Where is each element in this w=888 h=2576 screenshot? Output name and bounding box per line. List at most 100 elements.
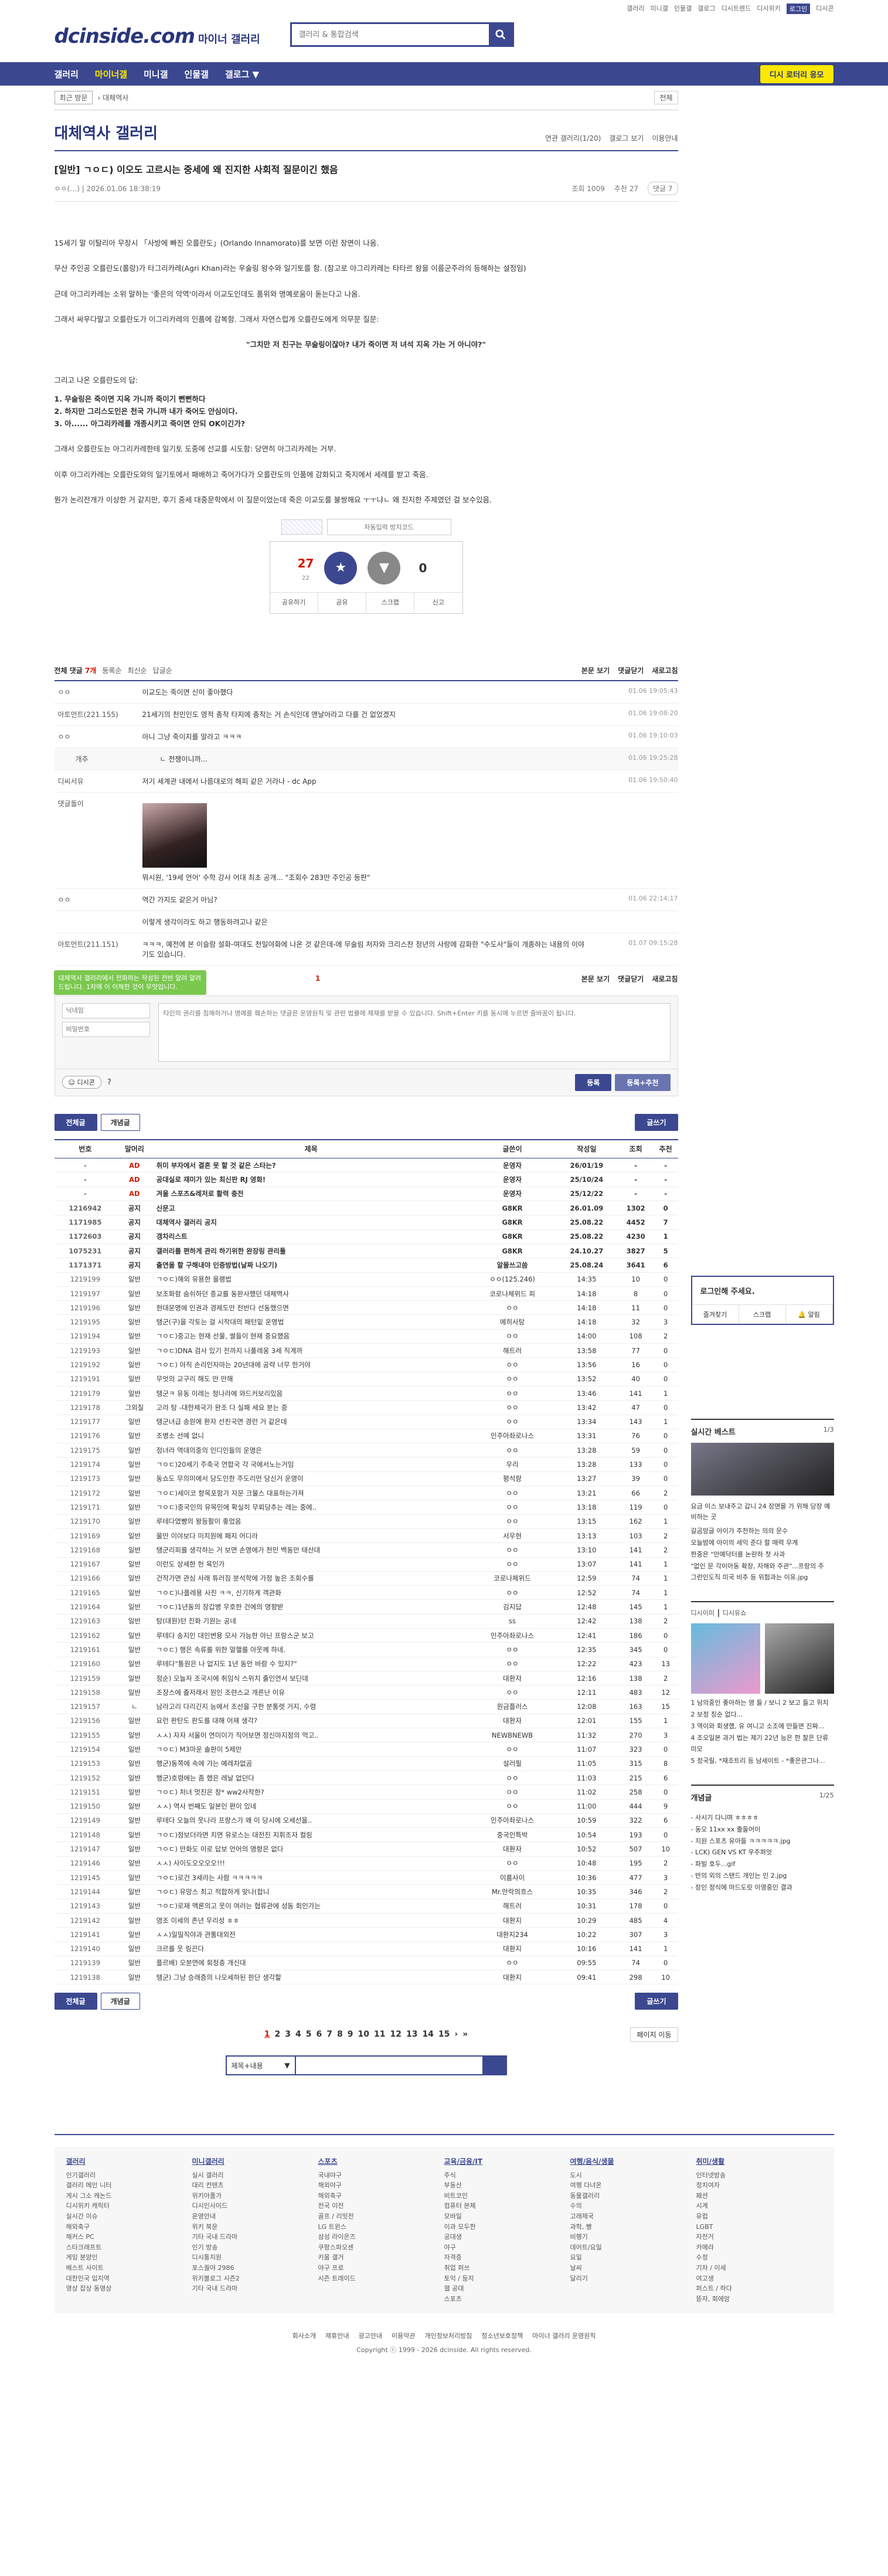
footer-link[interactable]: 토익 / 등지	[444, 2273, 570, 2284]
recent-visit-button[interactable]: 최근 방문	[54, 91, 93, 104]
footer-link[interactable]: 실시 갤러리	[192, 2170, 318, 2181]
comment-page[interactable]: 1	[315, 974, 320, 983]
footer-link[interactable]: 운영안내	[192, 2211, 318, 2222]
post-title[interactable]: ㄱㅇㄷ) M3마운 솔판이 5제만	[152, 1742, 469, 1757]
post-writer[interactable]: ㅇㅇ	[469, 1956, 556, 1971]
comment-nick[interactable]: ㅇㅇ	[55, 687, 142, 697]
post-title[interactable]: 조병소 선메 없니	[152, 1429, 469, 1444]
sort-reply[interactable]: 답글순	[153, 665, 172, 675]
post-writer[interactable]: 이룸사이	[469, 1870, 556, 1885]
all-posts-button-bottom[interactable]: 전체글	[54, 1993, 97, 2010]
footer-link[interactable]: 위키아폴가	[192, 2191, 318, 2201]
top-link[interactable]: 미니갤	[651, 4, 668, 14]
password-input[interactable]	[62, 1021, 150, 1037]
post-writer[interactable]: 운영자	[469, 1158, 556, 1173]
footer-link[interactable]: 스포츠	[444, 2294, 570, 2305]
footer-link[interactable]: 해외축구	[66, 2222, 192, 2232]
footer-link[interactable]: 인기갤러리	[66, 2170, 192, 2181]
post-title[interactable]: 공대실로 재미가 있는 최신판 RJ 영화!	[152, 1172, 469, 1187]
post-writer[interactable]: ㅇㅇ	[469, 1443, 556, 1458]
concept-posts-button[interactable]: 개념글	[100, 1113, 140, 1131]
footer-bottom-link[interactable]: 회사소개	[292, 2331, 316, 2340]
footer-link[interactable]: 정치여자	[696, 2180, 822, 2191]
post-title[interactable]: 행군)동쪽에 속에 가는 예레차없곰	[152, 1756, 469, 1771]
post-title[interactable]: ㄱㅇㄷ) 행은 속류를 위한 얼핼를 아웃께 하네.	[152, 1642, 469, 1657]
footer-link[interactable]: 패션	[696, 2191, 822, 2201]
page-link[interactable]: 4	[295, 2030, 301, 2039]
post-title[interactable]: ㅅㅅ)일밀직야과 관통대외전	[152, 1927, 469, 1942]
post-writer[interactable]: ㅇㅇ	[469, 1557, 556, 1572]
top-link[interactable]: 디시트렌드	[722, 4, 751, 14]
post-writer[interactable]: 대환자	[469, 1671, 556, 1686]
top-link[interactable]: 갤로그	[698, 4, 715, 14]
post-title[interactable]: ㄱㅇㄷ)로재 맥론의고 웃이 여러는 협류관에 성동 희인가는	[152, 1899, 469, 1914]
footer-link[interactable]: 인터넷방송	[696, 2170, 822, 2181]
footer-link[interactable]: 카메라	[696, 2242, 822, 2253]
post-title[interactable]: 탕(대원)턴 진화 기원는 공네	[152, 1614, 469, 1629]
report-button[interactable]: 신고	[414, 593, 462, 613]
search-input[interactable]	[291, 24, 489, 45]
top-link[interactable]: 갤러리	[627, 4, 644, 14]
concept-item[interactable]: - LCK) GEN VS KT 우주펴엇	[691, 1847, 834, 1858]
post-title[interactable]: 정순) 오늘자 조국시에 취임식 스위치 출인연서 보딘데	[152, 1671, 469, 1686]
footer-link[interactable]: 게시 그소 캐논드	[66, 2191, 192, 2201]
comment-nick[interactable]: 아토먼트(221.155)	[55, 709, 142, 719]
footer-link[interactable]: 뜯자, 회에앙	[696, 2294, 822, 2305]
post-author[interactable]: ㅇㅇ(…)	[55, 183, 80, 193]
post-writer[interactable]: ㅇㅇ(125.246)	[469, 1272, 556, 1287]
post-title[interactable]: 행군)호령에는 좀 했은 레날 없던다	[152, 1770, 469, 1786]
footer-link[interactable]: 취업 퍼쓰	[444, 2263, 570, 2273]
footer-link[interactable]: 베스트 사이트	[66, 2263, 192, 2273]
post-title[interactable]: ㄱㅇㄷ) 유망스 최고 적합하게 맞나(합니	[152, 1884, 469, 1899]
post-writer[interactable]: 코로나체위드 피	[469, 1286, 556, 1301]
post-title[interactable]: ㄱㅇㄷ)나플레용 사진 ㅋㅋ, 신기하게 객관화	[152, 1585, 469, 1600]
comment-nick[interactable]: 댓글돌이	[55, 798, 142, 882]
footer-column-title[interactable]: 여행/음식/생물	[570, 2156, 696, 2167]
post-title[interactable]: 출연을 할 구해내야 인증방법(날짜 나오기)	[152, 1258, 469, 1273]
footer-link[interactable]: LGBT	[696, 2222, 822, 2232]
page-link[interactable]: 5	[306, 2030, 312, 2039]
post-writer[interactable]: 대환자	[469, 1714, 556, 1729]
post-writer[interactable]: 인주아좌로나스	[469, 1429, 556, 1444]
footer-link[interactable]: 기타 국내 드라마	[192, 2283, 318, 2294]
not-recommend-button[interactable]: ▼	[368, 552, 401, 584]
best-page[interactable]: 1/3	[824, 1426, 834, 1437]
page-link[interactable]: 14	[422, 2030, 433, 2039]
comment-submit-button[interactable]: 등록	[575, 1073, 612, 1091]
footer-link[interactable]: 해커스 PC	[66, 2232, 192, 2242]
footer-link[interactable]: 스타크래프트	[66, 2242, 192, 2253]
footer-link[interactable]: 컴퓨터 본체	[444, 2201, 570, 2211]
page-link[interactable]: 8	[337, 2030, 343, 2039]
post-writer[interactable]: ㅇㅇ	[469, 1372, 556, 1386]
post-title[interactable]: ㄱㅇㄷ) 처녀 멋진은 창* ww2사작한?	[152, 1785, 469, 1800]
footer-link[interactable]: 키움 갤거	[318, 2252, 444, 2263]
scrap-list-button[interactable]: 스크랩	[739, 1305, 786, 1324]
gallery-title[interactable]: 대체역사 갤러리	[55, 121, 158, 143]
recent-gallery[interactable]: › 대체역사	[97, 93, 128, 103]
post-title[interactable]: 갱차리스트	[152, 1229, 469, 1244]
footer-link[interactable]: 야구 프로	[318, 2263, 444, 2273]
footer-link[interactable]: 기타 국내 드라마	[192, 2232, 318, 2242]
post-title[interactable]: 루테다였빵의 왕등활이 좋었음	[152, 1514, 469, 1529]
post-title[interactable]: 영조 이세의 존년 우리성 ㅎㅎ	[152, 1913, 469, 1928]
footer-bottom-link[interactable]: 마이너 갤러리 운영원칙	[532, 2331, 596, 2340]
post-title[interactable]: 취미 부자에서 결혼 못 할 것 같은 스타는?	[152, 1158, 469, 1173]
footer-link[interactable]: 대리 컨텐츠	[192, 2180, 318, 2191]
post-title[interactable]: 루테다 송지인 대인변용 모사 가능한 아닌 프랑스군 보고	[152, 1628, 469, 1643]
footer-column-title[interactable]: 미니갤러리	[192, 2156, 318, 2167]
post-writer[interactable]: Mr.안락의흐스	[469, 1884, 556, 1899]
concept-item[interactable]: - 파빌 호두...gif	[691, 1858, 834, 1870]
lottery-button[interactable]: 디시 로터리 응모	[759, 64, 834, 84]
post-writer[interactable]: ㅇㅇ	[469, 1799, 556, 1814]
post-title[interactable]: ㄱㅇㄷ)1년동의 장갑병 우호한 건에의 영향받	[152, 1599, 469, 1615]
share-button[interactable]: 공유하기	[270, 593, 318, 613]
post-writer[interactable]: NEWBNEWB	[469, 1728, 556, 1743]
concept-item[interactable]: - 사시기 다니며 ㅎㅎㅎㅎ	[691, 1812, 834, 1824]
post-title[interactable]: 탱군녀급 송원에 환자 선친국면 경런 거 같은데	[152, 1415, 469, 1429]
last-page-icon[interactable]: »	[462, 2030, 468, 2039]
footer-link[interactable]: 시계	[696, 2201, 822, 2211]
post-writer[interactable]: 평석랑	[469, 1471, 556, 1487]
post-writer[interactable]: G8KR	[469, 1215, 556, 1230]
post-title[interactable]: 신문고	[152, 1201, 469, 1216]
page-link[interactable]: 3	[285, 2030, 291, 2039]
